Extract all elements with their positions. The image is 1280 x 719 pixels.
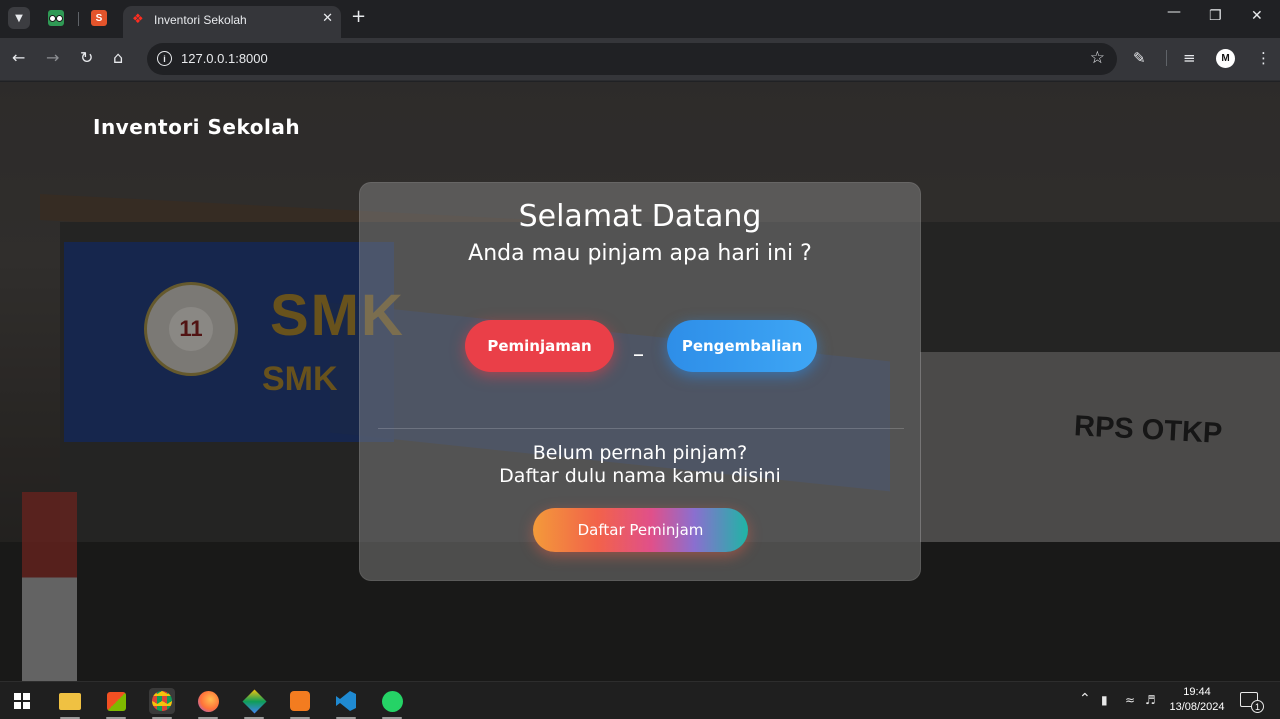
toolbar-separator bbox=[1166, 50, 1167, 66]
address-bar[interactable]: i 127.0.0.1:8000 ☆ bbox=[147, 43, 1117, 75]
firefox-icon[interactable] bbox=[195, 688, 221, 719]
new-tab-button[interactable]: + bbox=[351, 6, 366, 27]
active-tab[interactable]: ❖ Inventori Sekolah ✕ bbox=[123, 6, 341, 38]
return-button[interactable]: Pengembalian bbox=[667, 320, 817, 372]
kebab-menu-icon[interactable]: ⋮ bbox=[1256, 49, 1271, 67]
tray-chevron-up-icon[interactable]: ⌃ bbox=[1079, 691, 1091, 707]
borrow-button[interactable]: Peminjaman bbox=[465, 320, 614, 372]
register-borrower-button[interactable]: Daftar Peminjam bbox=[533, 508, 748, 552]
register-hint-line2: Daftar dulu nama kamu disini bbox=[499, 465, 781, 487]
register-hint-line1: Belum pernah pinjam? bbox=[532, 442, 748, 464]
browser-tabstrip: ▼ S ❖ Inventori Sekolah ✕ + — ❐ ✕ bbox=[0, 0, 1280, 38]
pinned-tab-2[interactable]: S bbox=[91, 10, 107, 26]
home-icon[interactable]: ⌂ bbox=[113, 49, 123, 67]
vscode-icon[interactable] bbox=[333, 688, 359, 719]
forward-arrow-icon[interactable]: → bbox=[46, 49, 59, 67]
tab-search-button[interactable]: ▼ bbox=[8, 7, 30, 29]
whatsapp-icon[interactable] bbox=[379, 688, 405, 719]
chevron-down-icon: ▼ bbox=[15, 12, 23, 24]
button-separator: _ bbox=[634, 336, 643, 357]
browser-toolbar: ← → ↻ ⌂ i 127.0.0.1:8000 ☆ ✎ ≡ ⋮ bbox=[0, 38, 1280, 81]
clock-time: 19:44 bbox=[1183, 686, 1211, 698]
window-close-button[interactable]: ✕ bbox=[1251, 8, 1263, 24]
card-divider bbox=[378, 428, 904, 429]
xampp-icon[interactable] bbox=[287, 688, 313, 719]
tab-separator bbox=[78, 12, 79, 26]
taskbar-clock[interactable]: 19:44 13/08/2024 bbox=[1164, 685, 1230, 715]
brand-title[interactable]: Inventori Sekolah bbox=[93, 115, 300, 139]
window-restore-button[interactable]: ❐ bbox=[1209, 8, 1222, 24]
tab-title: Inventori Sekolah bbox=[154, 13, 247, 27]
back-arrow-icon[interactable]: ← bbox=[12, 49, 25, 67]
notification-count-badge: 1 bbox=[1251, 700, 1264, 713]
file-explorer-icon[interactable] bbox=[57, 688, 83, 719]
page-viewport: 11 SMK SMK RPS OTKP Inventori Sekolah Se… bbox=[0, 82, 1280, 682]
clock-date: 13/08/2024 bbox=[1169, 701, 1225, 713]
window-minimize-button[interactable]: — bbox=[1167, 4, 1181, 20]
microsoft-store-icon[interactable] bbox=[103, 688, 129, 719]
volume-icon[interactable]: ♬ bbox=[1145, 693, 1156, 707]
welcome-subtitle: Anda mau pinjam apa hari ini ? bbox=[468, 241, 812, 266]
welcome-title: Selamat Datang bbox=[518, 199, 762, 234]
git-icon[interactable] bbox=[241, 688, 267, 719]
welcome-card: Selamat Datang Anda mau pinjam apa hari … bbox=[359, 182, 921, 581]
wifi-icon[interactable]: ≈ bbox=[1125, 693, 1135, 707]
battery-icon[interactable]: ▮ bbox=[1101, 693, 1108, 707]
windows-taskbar: ⌃ ▮ ≈ ♬ 19:44 13/08/2024 1 bbox=[0, 681, 1280, 719]
extensions-puzzle-icon[interactable]: ✎ bbox=[1133, 49, 1146, 67]
media-queue-icon[interactable]: ≡ bbox=[1183, 49, 1196, 67]
profile-avatar-icon[interactable]: M bbox=[1216, 49, 1235, 68]
site-info-icon[interactable]: i bbox=[157, 51, 172, 66]
url-text[interactable]: 127.0.0.1:8000 bbox=[181, 51, 268, 66]
pinned-tab-1[interactable] bbox=[48, 10, 64, 26]
chrome-icon[interactable] bbox=[149, 688, 175, 719]
windows-start-icon[interactable] bbox=[9, 688, 35, 714]
tab-close-icon[interactable]: ✕ bbox=[322, 11, 333, 26]
laravel-favicon-icon: ❖ bbox=[132, 12, 144, 27]
bookmark-star-icon[interactable]: ☆ bbox=[1090, 48, 1105, 68]
reload-icon[interactable]: ↻ bbox=[80, 49, 93, 67]
